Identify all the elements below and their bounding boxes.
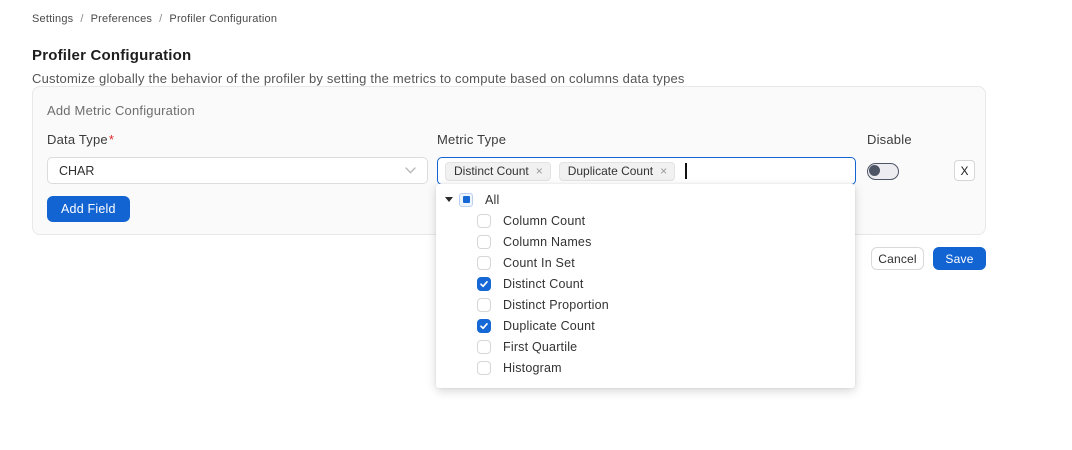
data-type-select[interactable]: CHAR [47,157,428,184]
disable-toggle[interactable] [867,163,899,180]
dropdown-option-label: Histogram [503,361,562,375]
dropdown-option-label: First Quartile [503,340,577,354]
dropdown-option[interactable]: Duplicate Count [436,315,855,336]
data-type-label: Data Type* [47,132,114,147]
breadcrumb-item[interactable]: Settings [32,13,73,25]
dropdown-option[interactable]: Distinct Proportion [436,294,855,315]
dropdown-option-label: Column Count [503,214,585,228]
checkbox-indeterminate[interactable] [459,193,473,207]
checkbox[interactable] [477,214,491,228]
remove-tag-icon[interactable]: × [660,165,667,177]
metric-type-dropdown: All Column Count Column Names Count In S… [436,184,855,388]
metric-tag-label: Distinct Count [454,164,529,178]
breadcrumb-item: Profiler Configuration [169,13,277,25]
breadcrumb-separator: / [159,13,162,25]
profiler-configuration-page: Settings / Preferences / Profiler Configurat… [0,0,1072,450]
save-button[interactable]: Save [933,247,986,270]
checkbox[interactable] [477,298,491,312]
metric-type-multiselect[interactable]: Distinct Count × Duplicate Count × [437,157,856,185]
chevron-down-icon [405,167,416,174]
dropdown-option-label: Distinct Count [503,277,584,291]
dropdown-option-label: Count In Set [503,256,575,270]
dropdown-option[interactable]: Distinct Count [436,273,855,294]
breadcrumb: Settings / Preferences / Profiler Configurat… [32,13,277,25]
dropdown-option[interactable]: Histogram [436,357,855,378]
tree-expand-caret-icon[interactable] [445,197,453,202]
dropdown-option-label: Column Names [503,235,592,249]
checkbox[interactable] [477,319,491,333]
page-subtitle: Customize globally the behavior of the p… [32,71,685,86]
checkbox-indeterminate-mark [463,196,470,203]
dropdown-option[interactable]: First Quartile [436,336,855,357]
remove-row-button[interactable]: X [954,160,975,181]
dropdown-option[interactable]: Count In Set [436,252,855,273]
dropdown-option-all[interactable]: All [436,189,855,210]
checkmark-icon [479,279,489,289]
cancel-button[interactable]: Cancel [871,247,924,270]
add-field-button[interactable]: Add Field [47,196,130,222]
breadcrumb-separator: / [80,13,83,25]
page-title: Profiler Configuration [32,47,191,64]
text-cursor [685,163,687,179]
toggle-knob [869,165,880,176]
dropdown-option[interactable]: Column Names [436,231,855,252]
checkbox[interactable] [477,235,491,249]
data-type-selected-value: CHAR [59,164,94,178]
dropdown-option[interactable]: Column Count [436,210,855,231]
checkbox[interactable] [477,256,491,270]
remove-tag-icon[interactable]: × [536,165,543,177]
dropdown-option-label: All [485,193,500,207]
card-title: Add Metric Configuration [47,103,195,118]
dropdown-option-label: Distinct Proportion [503,298,609,312]
breadcrumb-item[interactable]: Preferences [91,13,153,25]
checkbox[interactable] [477,361,491,375]
metric-tag-label: Duplicate Count [568,164,653,178]
disable-label: Disable [867,132,912,147]
checkmark-icon [479,321,489,331]
metric-tag: Distinct Count × [445,162,551,181]
data-type-label-text: Data Type [47,132,108,147]
checkbox[interactable] [477,340,491,354]
metric-type-label: Metric Type [437,132,506,147]
metric-tag: Duplicate Count × [559,162,675,181]
required-asterisk: * [109,132,114,147]
dropdown-option-label: Duplicate Count [503,319,595,333]
checkbox[interactable] [477,277,491,291]
